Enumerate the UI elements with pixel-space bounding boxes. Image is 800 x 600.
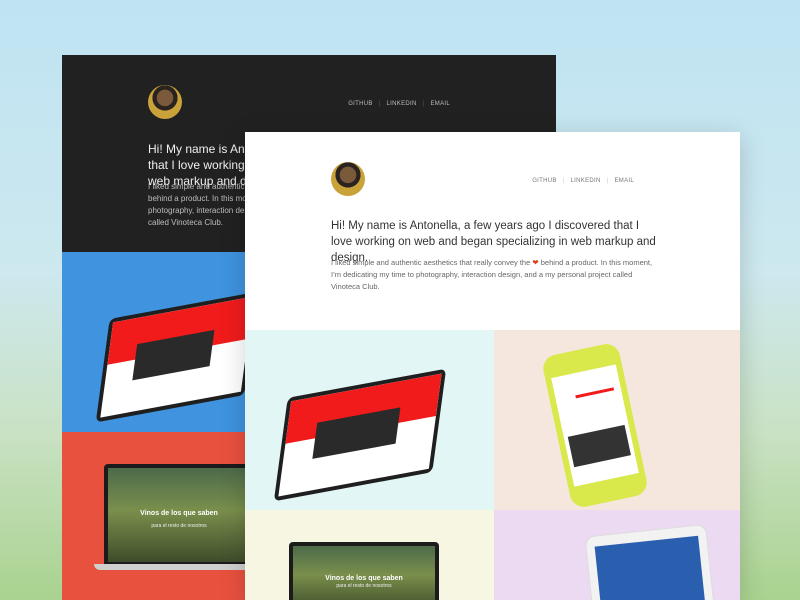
project-tile-peach[interactable]: [494, 330, 740, 510]
light-portfolio-card: GITHUB | LINKEDIN | EMAIL Hi! My name is Ant…: [245, 132, 740, 600]
phone-mockup: [540, 341, 650, 510]
project-tile-mint[interactable]: [245, 330, 494, 510]
avatar[interactable]: [331, 162, 365, 196]
laptop-mockup: Vinos de los que saben para el resto de …: [289, 542, 439, 600]
project-tile-cream[interactable]: Vinos de los que saben para el resto de …: [245, 510, 494, 600]
tablet-screen: [278, 373, 442, 497]
intro-text-start: I liked simple and authentic aesthetics …: [331, 258, 531, 267]
nav-linkedin-link[interactable]: LINKEDIN: [381, 101, 423, 107]
heart-icon: ❤: [532, 258, 539, 267]
nav-email-link[interactable]: EMAIL: [424, 101, 456, 107]
tablet-screen: [100, 296, 254, 418]
nav-email-link[interactable]: EMAIL: [608, 178, 640, 184]
laptop-base: [94, 564, 264, 570]
laptop-screen: Vinos de los que saben para el resto de …: [293, 546, 435, 600]
laptop-subcaption: para el resto de nosotros: [151, 522, 207, 529]
white-tablet-mockup: [584, 523, 716, 600]
laptop-screen: Vinos de los que saben para el resto de …: [108, 468, 250, 562]
tablet-mockup: [95, 291, 259, 423]
white-tablet-screen: [594, 535, 706, 600]
laptop-subcaption: para el resto de nosotros: [336, 583, 392, 590]
project-tile-lilac[interactable]: [494, 510, 740, 600]
nav-github-link[interactable]: GITHUB: [342, 101, 378, 107]
laptop-caption: Vinos de los que saben: [325, 574, 403, 582]
intro-paragraph: I liked simple and authentic aesthetics …: [331, 257, 661, 293]
laptop-caption: Vinos de los que saben: [140, 510, 218, 518]
nav-linkedin-link[interactable]: LINKEDIN: [565, 178, 607, 184]
nav-github-link[interactable]: GITHUB: [526, 178, 562, 184]
phone-screen: [551, 364, 639, 487]
avatar[interactable]: [148, 85, 182, 119]
top-nav: GITHUB | LINKEDIN | EMAIL: [342, 101, 456, 107]
top-nav: GITHUB | LINKEDIN | EMAIL: [526, 178, 640, 184]
tablet-mockup: [273, 368, 447, 502]
laptop-mockup: Vinos de los que saben para el resto de …: [104, 464, 254, 564]
